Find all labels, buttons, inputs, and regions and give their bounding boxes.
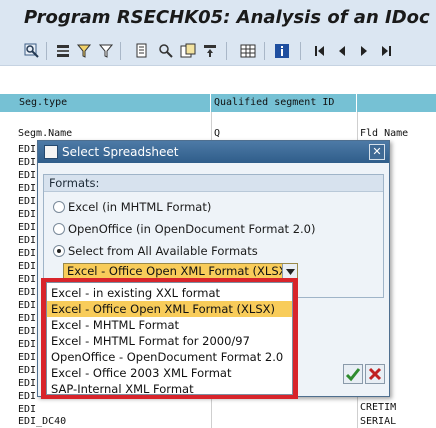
list-item[interactable]: Excel - in existing XXL format xyxy=(47,285,292,301)
list-item-selected[interactable]: Excel - Office Open XML Format (XLSX) xyxy=(47,301,292,317)
format-list[interactable]: Excel - in existing XXL format Excel - O… xyxy=(46,282,293,397)
list-item[interactable]: SAP-Internal XML Format xyxy=(47,381,292,397)
table-row-seg-name: EDI xyxy=(18,183,37,194)
filter-clear-icon[interactable] xyxy=(98,43,114,59)
prev-page-icon[interactable] xyxy=(334,43,350,59)
toolbar-separator xyxy=(226,42,227,60)
toolbar-separator xyxy=(120,42,121,60)
table-row-seg-name: EDI xyxy=(18,170,37,181)
format-dropdown-value: Excel - Office Open XML Format (XLSX) xyxy=(67,264,291,278)
table-row-seg-name: EDI xyxy=(18,274,37,285)
sort-icon[interactable] xyxy=(202,43,218,59)
table-row-last: EDI_DC40 xyxy=(18,416,67,427)
find-icon[interactable] xyxy=(158,43,174,59)
page-title: Program RSECHK05: Analysis of an IDoc xyxy=(24,7,430,28)
table-row-seg-name: EDI xyxy=(18,391,37,402)
radio-button-icon[interactable] xyxy=(53,201,65,213)
table-row-seg-name: EDI xyxy=(18,144,37,155)
table-row-seg-name: EDI xyxy=(18,378,37,389)
radio-all-formats[interactable]: Select from All Available Formats xyxy=(53,243,258,259)
find-next-icon[interactable] xyxy=(180,43,196,59)
column-header-qualified-segment-id[interactable]: Qualified segment ID xyxy=(211,94,357,112)
column-title-segm-name: Segm.Name xyxy=(18,128,73,139)
format-list-highlight: Excel - in existing XXL format Excel - O… xyxy=(41,278,298,399)
close-icon[interactable]: ✕ xyxy=(369,144,385,160)
table-row-seg-name: EDI xyxy=(18,157,37,168)
radio-excel-mhtml[interactable]: Excel (in MHTML Format) xyxy=(53,199,211,215)
formats-group-title: Formats: xyxy=(44,175,383,192)
print-icon[interactable] xyxy=(134,43,150,59)
filter-funnel-icon[interactable] xyxy=(76,43,92,59)
info-icon[interactable] xyxy=(274,43,290,59)
layout-icon[interactable] xyxy=(240,43,256,59)
table-row-seg-name: EDI xyxy=(18,352,37,363)
column-title-fld-name: Fld Name xyxy=(360,128,409,139)
list-item[interactable]: Excel - Office 2003 XML Format xyxy=(47,365,292,381)
table-row-seg-name: EDI xyxy=(18,248,37,259)
toolbar-separator xyxy=(264,42,265,60)
next-page-icon[interactable] xyxy=(356,43,372,59)
radio-button-selected-icon[interactable] xyxy=(53,245,65,257)
table-row-seg-name: EDI xyxy=(18,287,37,298)
list-item[interactable]: OpenOffice - OpenDocument Format 2.0 xyxy=(47,349,292,365)
first-page-icon[interactable] xyxy=(312,43,328,59)
column-header-extra[interactable] xyxy=(357,94,436,112)
qualified-id-value: Q xyxy=(214,128,221,139)
filter-icon[interactable] xyxy=(55,43,71,59)
checkmark-icon xyxy=(345,368,361,382)
table-row-seg-name: EDI xyxy=(18,235,37,246)
table-row-seg-name: EDI xyxy=(18,209,37,220)
column-header-seg-type[interactable]: Seg.type xyxy=(16,94,211,112)
table-row-seg-name: EDI xyxy=(18,222,37,233)
magnifier-icon[interactable] xyxy=(24,43,40,59)
cancel-button[interactable] xyxy=(365,364,385,384)
list-item[interactable]: Excel - MHTML Format xyxy=(47,317,292,333)
application-toolbar xyxy=(0,36,436,66)
table-row-seg-name: EDI xyxy=(18,326,37,337)
radio-button-icon[interactable] xyxy=(53,223,65,235)
list-item[interactable]: Excel - MHTML Format for 2000/97 xyxy=(47,333,292,349)
cancel-x-icon xyxy=(368,367,382,381)
table-row-seg-name: EDI xyxy=(18,365,37,376)
toolbar-separator xyxy=(46,42,47,60)
table-row-seg-name: EDI xyxy=(18,404,37,415)
table-row-seg-name: EDI xyxy=(18,300,37,311)
toolbar-separator xyxy=(300,42,301,60)
table-row-seg-name: EDI xyxy=(18,196,37,207)
radio-label: Select from All Available Formats xyxy=(68,244,258,258)
table-row-fld-name: CRETIM xyxy=(360,402,397,413)
table-row-fld-name: SERIAL xyxy=(360,416,397,427)
radio-label: Excel (in MHTML Format) xyxy=(68,200,212,214)
table-header: Seg.type Qualified segment ID xyxy=(0,94,436,112)
spreadsheet-icon xyxy=(44,145,58,159)
chevron-down-icon[interactable] xyxy=(282,264,297,279)
radio-label: OpenOffice (in OpenDocument Format 2.0) xyxy=(68,222,316,236)
last-page-icon[interactable] xyxy=(378,43,394,59)
table-row-seg-name: EDI xyxy=(18,261,37,272)
title-bar: Program RSECHK05: Analysis of an IDoc xyxy=(0,0,436,36)
dialog-title-bar[interactable]: Select Spreadsheet ✕ xyxy=(38,141,389,163)
ok-button[interactable] xyxy=(343,364,363,384)
table-row-seg-name: EDI xyxy=(18,313,37,324)
radio-openoffice[interactable]: OpenOffice (in OpenDocument Format 2.0) xyxy=(53,221,315,237)
table-row-seg-name: EDI xyxy=(18,339,37,350)
dialog-title: Select Spreadsheet xyxy=(62,145,179,159)
